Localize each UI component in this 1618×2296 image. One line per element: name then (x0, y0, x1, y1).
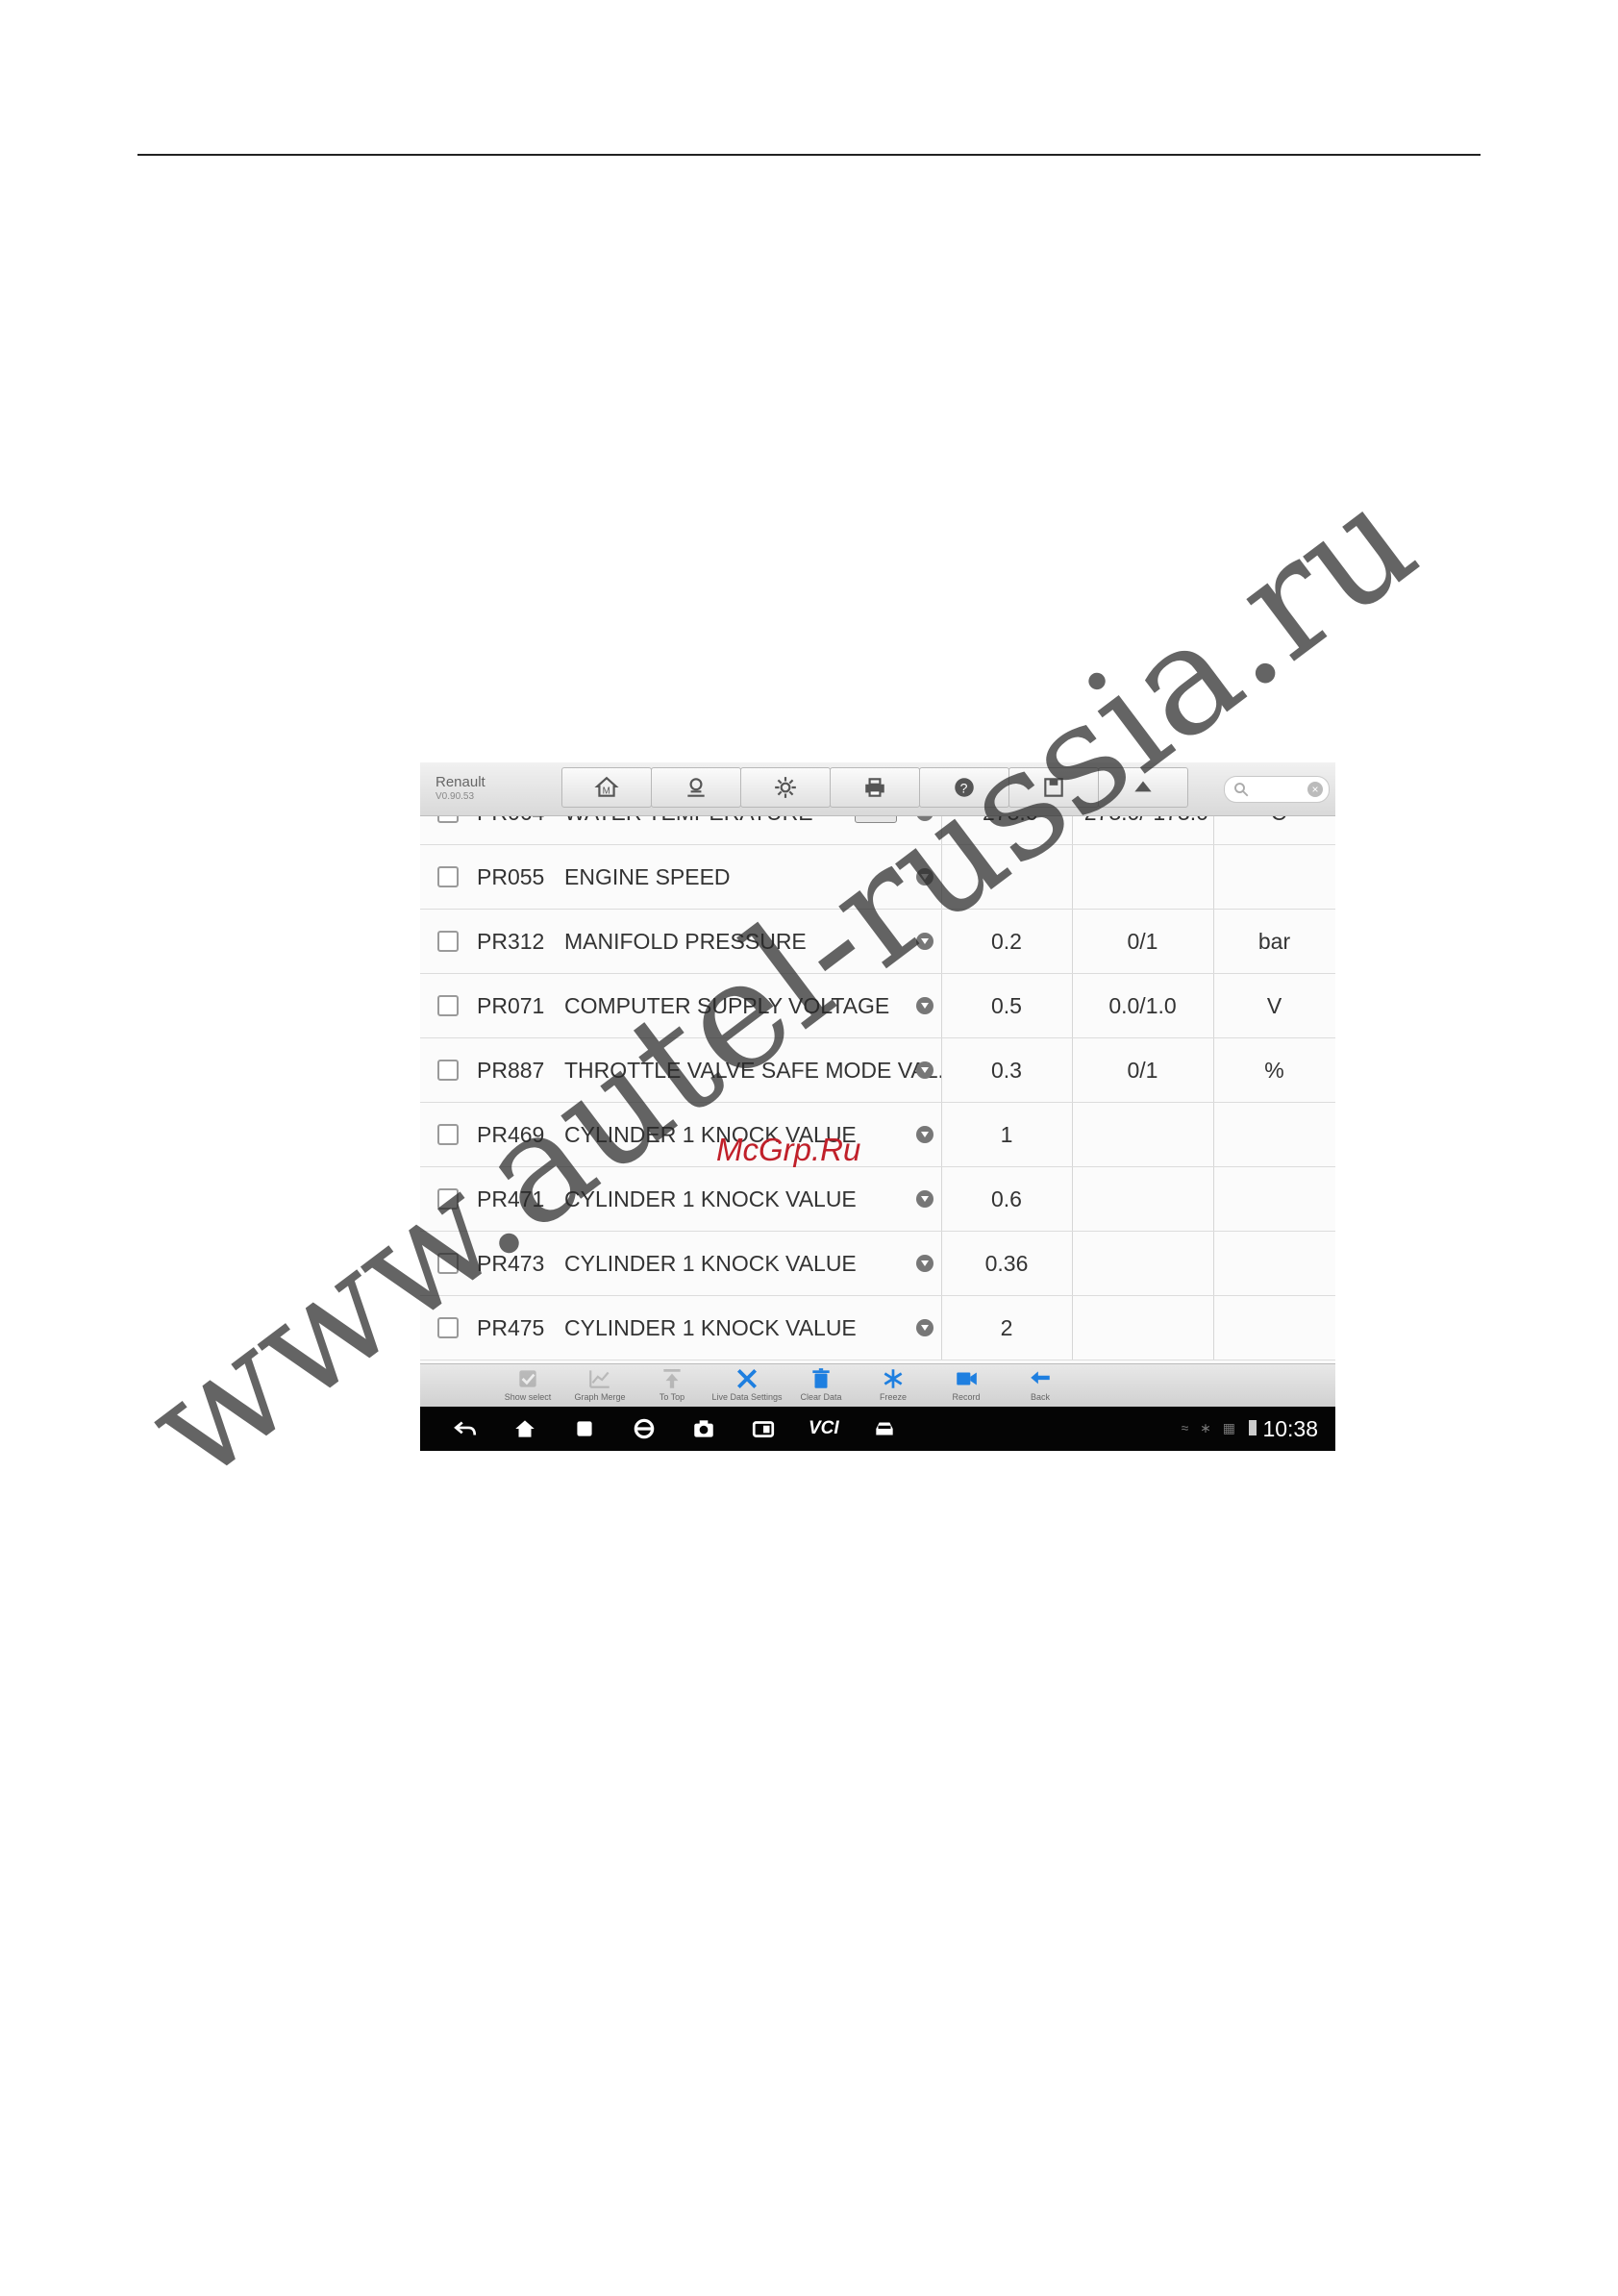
home-button[interactable]: M (561, 767, 652, 808)
home-icon: M (594, 776, 619, 797)
system-home-icon[interactable] (512, 1416, 537, 1441)
parameter-value: 2 (1000, 1315, 1013, 1340)
watermark-secondary: McGrp.Ru (716, 1132, 861, 1167)
svg-text:M: M (603, 786, 610, 797)
clear-search-icon[interactable]: × (1307, 782, 1323, 797)
toolbar-label: To Top (659, 1392, 685, 1402)
status-icons: ≈ ∗ ▦ (1181, 1420, 1239, 1435)
checkbox-icon (519, 1370, 536, 1387)
parameter-range: 0.0/1.0 (1108, 993, 1177, 1018)
parameter-value: 0.6 (991, 1186, 1022, 1211)
parameter-range: 0/1 (1127, 929, 1158, 954)
app-name: Renault (436, 774, 485, 790)
snowflake-icon (884, 1369, 903, 1388)
screen-capture-icon[interactable] (751, 1416, 776, 1441)
row-checkbox[interactable] (437, 866, 459, 887)
back-arrow-icon (1031, 1371, 1050, 1385)
parameter-id: PR071 (477, 993, 545, 1018)
android-system-bar: VCI ≈ ∗ ▦ 10:38 (420, 1407, 1335, 1451)
expand-arrow-icon[interactable] (916, 1190, 933, 1208)
table-row[interactable]: PR475 CYLINDER 1 KNOCK VALUE 2 (420, 1296, 1335, 1360)
bottom-toolbar: Show select Graph Merge To Top Live Data Se… (420, 1363, 1335, 1408)
vehicle-swap-button[interactable] (651, 767, 741, 808)
row-checkbox[interactable] (437, 995, 459, 1016)
vci-indicator: VCI (809, 1418, 839, 1438)
expand-arrow-icon[interactable] (916, 1061, 933, 1079)
parameter-value: 1 (1000, 1122, 1013, 1147)
expand-arrow-icon[interactable] (916, 1319, 933, 1336)
parameter-id: PR475 (477, 1315, 545, 1340)
column-divider (1072, 1167, 1073, 1231)
parameter-value: 0.3 (991, 1058, 1022, 1083)
parameter-name: CYLINDER 1 KNOCK VALUE (564, 1315, 857, 1340)
parameter-id: PR055 (477, 864, 545, 889)
page-header-rule (137, 154, 1481, 156)
app-version: V0.90.53 (436, 791, 475, 802)
column-divider (1213, 1296, 1214, 1360)
video-camera-icon (957, 1372, 977, 1385)
expand-arrow-icon[interactable] (916, 1255, 933, 1272)
parameter-id: PR312 (477, 929, 545, 954)
vehicle-icon[interactable] (872, 1416, 897, 1441)
settings-button[interactable] (740, 767, 831, 808)
settings-gear-icon (775, 777, 796, 798)
parameter-unit: V (1266, 993, 1282, 1018)
to-top-button[interactable]: To Top (629, 1366, 715, 1407)
row-checkbox[interactable] (437, 1060, 459, 1081)
row-checkbox[interactable] (437, 931, 459, 952)
parameter-range: 0/1 (1127, 1058, 1158, 1083)
parameter-unit: bar (1257, 929, 1291, 954)
back-button[interactable]: Back (997, 1366, 1083, 1407)
column-divider (1072, 1232, 1073, 1295)
camera-icon[interactable] (691, 1416, 716, 1441)
column-divider (1213, 1103, 1214, 1166)
graph-icon (589, 1370, 610, 1388)
search-box[interactable]: × (1224, 776, 1330, 803)
parameter-unit: % (1264, 1058, 1284, 1083)
vehicle-swap-icon (687, 778, 705, 797)
column-divider (1213, 845, 1214, 909)
to-top-icon (663, 1368, 681, 1388)
clock: 10:38 (1262, 1416, 1318, 1441)
parameter-name: ENGINE SPEED (564, 864, 731, 889)
column-divider (1072, 1103, 1073, 1166)
parameter-value: 0.5 (991, 993, 1022, 1018)
search-icon (1234, 783, 1249, 797)
expand-arrow-icon[interactable] (916, 997, 933, 1014)
column-divider (1213, 1167, 1214, 1231)
wrench-icon (736, 1368, 758, 1389)
recent-apps-icon[interactable] (572, 1416, 597, 1441)
system-back-icon[interactable] (453, 1416, 478, 1441)
parameter-value: 0.36 (984, 1251, 1029, 1276)
battery-icon (1249, 1420, 1257, 1435)
expand-arrow-icon[interactable] (916, 1126, 933, 1143)
column-divider (1213, 1232, 1214, 1295)
parameter-name: CYLINDER 1 KNOCK VALUE (564, 1251, 857, 1276)
toolbar-label: Back (1030, 1392, 1050, 1402)
browser-icon[interactable] (632, 1416, 657, 1441)
column-divider (1072, 1296, 1073, 1360)
trash-icon (812, 1368, 830, 1388)
